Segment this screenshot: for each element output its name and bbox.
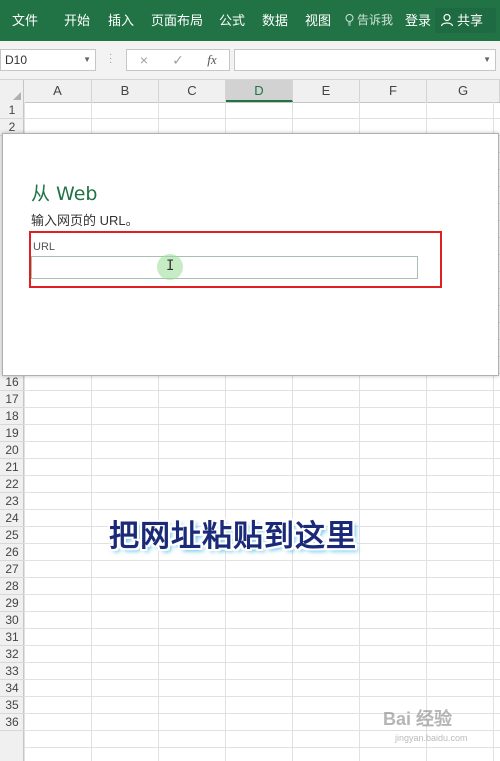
formula-buttons: × ✓ fx	[126, 49, 230, 71]
person-icon	[440, 13, 454, 27]
login-link[interactable]: 登录	[405, 0, 431, 41]
tab-page-layout[interactable]: 页面布局	[151, 0, 203, 41]
tell-me-label: 告诉我	[357, 13, 394, 27]
row-header[interactable]: 35	[0, 697, 24, 714]
tell-me-box[interactable]: 告诉我	[345, 0, 393, 41]
url-label: URL	[33, 241, 56, 253]
row-header[interactable]: 21	[0, 459, 24, 476]
row-header[interactable]: 32	[0, 646, 24, 663]
share-label: 共享	[457, 13, 484, 28]
row-header[interactable]: 31	[0, 629, 24, 646]
row-header[interactable]: 22	[0, 476, 24, 493]
cancel-icon[interactable]: ×	[132, 50, 156, 70]
url-input[interactable]	[31, 256, 418, 279]
drag-handle-icon[interactable]: · · ·	[109, 50, 112, 68]
tab-formulas[interactable]: 公式	[219, 0, 245, 41]
row-header[interactable]: 23	[0, 493, 24, 510]
row-header[interactable]: 33	[0, 663, 24, 680]
insert-function-icon[interactable]: fx	[200, 50, 224, 70]
chevron-down-icon[interactable]: ▼	[83, 50, 91, 70]
text-cursor-icon: I	[166, 258, 175, 274]
row-header[interactable]: 18	[0, 408, 24, 425]
expand-formula-icon[interactable]: ▼	[483, 50, 491, 70]
row-header[interactable]: 30	[0, 612, 24, 629]
row-header[interactable]: 24	[0, 510, 24, 527]
name-box[interactable]: D10 ▼	[0, 49, 96, 71]
from-web-dialog: 从 Web 输入网页的 URL。 URL I	[2, 133, 499, 376]
share-button[interactable]: 共享	[435, 8, 496, 33]
row-header[interactable]: 19	[0, 425, 24, 442]
column-header-a[interactable]: A	[24, 80, 92, 102]
formula-bar: D10 ▼ · · · × ✓ fx ▼	[0, 41, 500, 80]
row-header[interactable]: 17	[0, 391, 24, 408]
row-header[interactable]: 26	[0, 544, 24, 561]
row-header[interactable]: 1	[0, 102, 24, 119]
name-box-value: D10	[5, 53, 28, 67]
tab-data[interactable]: 数据	[262, 0, 288, 41]
dialog-title: 从 Web	[31, 183, 98, 205]
row-header[interactable]: 36	[0, 714, 24, 731]
watermark: Bai 经验	[383, 709, 453, 729]
row-header[interactable]: 20	[0, 442, 24, 459]
tab-home[interactable]: 开始	[64, 0, 90, 41]
formula-input[interactable]: ▼	[234, 49, 496, 71]
column-header-e[interactable]: E	[293, 80, 360, 102]
lightbulb-icon	[345, 14, 354, 26]
column-header-g[interactable]: G	[427, 80, 500, 102]
select-all-corner[interactable]	[0, 80, 24, 102]
row-header[interactable]: 16	[0, 374, 24, 391]
column-header-f[interactable]: F	[360, 80, 427, 102]
row-header[interactable]: 27	[0, 561, 24, 578]
tab-insert[interactable]: 插入	[108, 0, 134, 41]
row-header[interactable]: 25	[0, 527, 24, 544]
enter-icon[interactable]: ✓	[166, 50, 190, 70]
column-headers: A B C D E F G	[0, 80, 500, 103]
dialog-subtitle: 输入网页的 URL。	[31, 213, 139, 228]
row-header[interactable]: 29	[0, 595, 24, 612]
column-header-b[interactable]: B	[92, 80, 159, 102]
row-header[interactable]: 34	[0, 680, 24, 697]
tab-view[interactable]: 视图	[305, 0, 331, 41]
ribbon-tab-bar: 文件 开始 插入 页面布局 公式 数据 视图 告诉我 登录 共享	[0, 0, 500, 41]
column-header-d[interactable]: D	[226, 80, 293, 102]
row-header[interactable]: 28	[0, 578, 24, 595]
watermark-url: jingyan.baidu.com	[395, 733, 468, 743]
instruction-caption: 把网址粘贴到这里	[109, 519, 357, 554]
tab-file[interactable]: 文件	[12, 0, 38, 41]
column-header-c[interactable]: C	[159, 80, 226, 102]
